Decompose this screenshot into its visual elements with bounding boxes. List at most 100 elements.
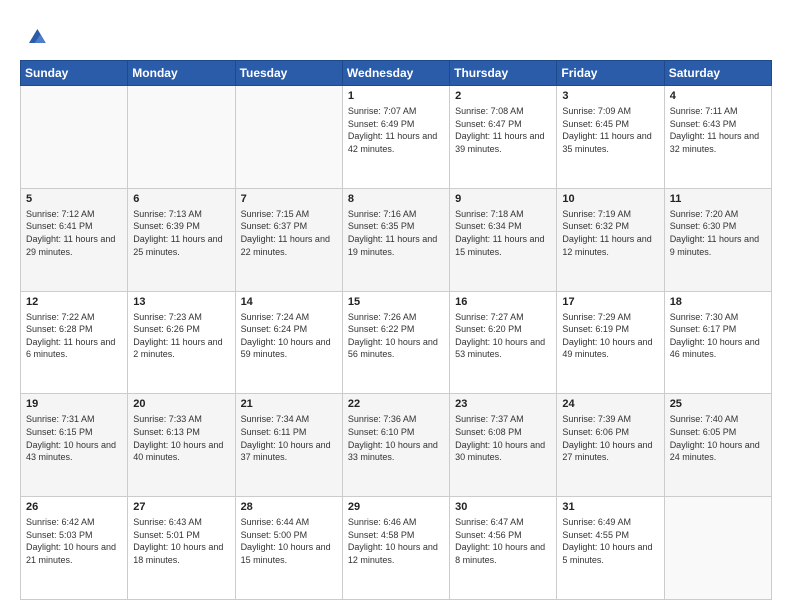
calendar-cell: 14Sunrise: 7:24 AMSunset: 6:24 PMDayligh…: [235, 291, 342, 394]
day-number: 11: [670, 193, 766, 205]
calendar-cell: 8 Sunrise: 7:16 AMSunset: 6:35 PMDaylight…: [342, 188, 449, 291]
day-info: Sunrise: 7:16 AMSunset: 6:35 PMDaylight:…: [348, 208, 444, 258]
calendar-cell: 10 Sunrise: 7:19 AMSunset: 6:32 PMDayligh…: [557, 188, 664, 291]
calendar-cell: 12 Sunrise: 7:22 AMSunset: 6:28 PMDayligh…: [21, 291, 128, 394]
weekday-header: Friday: [557, 61, 664, 86]
calendar-cell: 20 Sunrise: 7:33 AMSunset: 6:13 PMDayligh…: [128, 394, 235, 497]
calendar-week-row: 12 Sunrise: 7:22 AMSunset: 6:28 PMDayligh…: [21, 291, 772, 394]
day-info: Sunrise: 7:19 AMSunset: 6:32 PMDaylight:…: [562, 208, 658, 258]
weekday-header: Thursday: [450, 61, 557, 86]
day-number: 1: [348, 90, 444, 102]
weekday-header: Sunday: [21, 61, 128, 86]
day-info: Sunrise: 7:36 AMSunset: 6:10 PMDaylight:…: [348, 413, 444, 463]
day-info: Sunrise: 6:49 AMSunset: 4:55 PMDaylight:…: [562, 516, 658, 566]
day-number: 30: [455, 501, 551, 513]
calendar-week-row: 1Sunrise: 7:07 AMSunset: 6:49 PMDaylight…: [21, 86, 772, 189]
calendar-cell: 18 Sunrise: 7:30 AMSunset: 6:17 PMDayligh…: [664, 291, 771, 394]
day-info: Sunrise: 7:27 AMSunset: 6:20 PMDaylight:…: [455, 311, 551, 361]
calendar-cell: [21, 86, 128, 189]
calendar-cell: [235, 86, 342, 189]
day-info: Sunrise: 6:47 AMSunset: 4:56 PMDaylight:…: [455, 516, 551, 566]
calendar-cell: [664, 497, 771, 600]
calendar-week-row: 26 Sunrise: 6:42 AMSunset: 5:03 PMDayligh…: [21, 497, 772, 600]
day-number: 20: [133, 398, 229, 410]
calendar-cell: 6 Sunrise: 7:13 AMSunset: 6:39 PMDaylight…: [128, 188, 235, 291]
day-number: 25: [670, 398, 766, 410]
weekday-header: Monday: [128, 61, 235, 86]
day-info: Sunrise: 7:08 AMSunset: 6:47 PMDaylight:…: [455, 105, 551, 155]
day-info: Sunrise: 6:44 AMSunset: 5:00 PMDaylight:…: [241, 516, 337, 566]
day-number: 27: [133, 501, 229, 513]
day-number: 18: [670, 296, 766, 308]
day-number: 2: [455, 90, 551, 102]
day-number: 5: [26, 193, 122, 205]
logo: [20, 22, 50, 50]
day-number: 31: [562, 501, 658, 513]
calendar-cell: 25 Sunrise: 7:40 AMSunset: 6:05 PMDayligh…: [664, 394, 771, 497]
calendar-week-row: 19 Sunrise: 7:31 AMSunset: 6:15 PMDayligh…: [21, 394, 772, 497]
calendar-cell: 21Sunrise: 7:34 AMSunset: 6:11 PMDayligh…: [235, 394, 342, 497]
calendar-cell: 24 Sunrise: 7:39 AMSunset: 6:06 PMDayligh…: [557, 394, 664, 497]
day-number: 29: [348, 501, 444, 513]
day-info: Sunrise: 7:23 AMSunset: 6:26 PMDaylight:…: [133, 311, 229, 361]
day-number: 26: [26, 501, 122, 513]
calendar-table: SundayMondayTuesdayWednesdayThursdayFrid…: [20, 60, 772, 600]
calendar-cell: 4 Sunrise: 7:11 AMSunset: 6:43 PMDaylight…: [664, 86, 771, 189]
day-info: Sunrise: 7:13 AMSunset: 6:39 PMDaylight:…: [133, 208, 229, 258]
calendar-cell: 23 Sunrise: 7:37 AMSunset: 6:08 PMDayligh…: [450, 394, 557, 497]
logo-icon: [22, 22, 50, 50]
day-info: Sunrise: 7:26 AMSunset: 6:22 PMDaylight:…: [348, 311, 444, 361]
day-number: 19: [26, 398, 122, 410]
calendar-cell: 5Sunrise: 7:12 AMSunset: 6:41 PMDaylight…: [21, 188, 128, 291]
day-info: Sunrise: 7:31 AMSunset: 6:15 PMDaylight:…: [26, 413, 122, 463]
day-number: 23: [455, 398, 551, 410]
day-number: 4: [670, 90, 766, 102]
day-number: 16: [455, 296, 551, 308]
calendar-cell: 31 Sunrise: 6:49 AMSunset: 4:55 PMDayligh…: [557, 497, 664, 600]
day-info: Sunrise: 6:46 AMSunset: 4:58 PMDaylight:…: [348, 516, 444, 566]
calendar-cell: 2 Sunrise: 7:08 AMSunset: 6:47 PMDaylight…: [450, 86, 557, 189]
calendar-cell: 30 Sunrise: 6:47 AMSunset: 4:56 PMDayligh…: [450, 497, 557, 600]
header: [20, 18, 772, 50]
calendar-cell: 16 Sunrise: 7:27 AMSunset: 6:20 PMDayligh…: [450, 291, 557, 394]
calendar-page: SundayMondayTuesdayWednesdayThursdayFrid…: [0, 0, 792, 612]
day-number: 3: [562, 90, 658, 102]
calendar-cell: 1Sunrise: 7:07 AMSunset: 6:49 PMDaylight…: [342, 86, 449, 189]
day-info: Sunrise: 6:43 AMSunset: 5:01 PMDaylight:…: [133, 516, 229, 566]
day-info: Sunrise: 7:20 AMSunset: 6:30 PMDaylight:…: [670, 208, 766, 258]
day-info: Sunrise: 7:30 AMSunset: 6:17 PMDaylight:…: [670, 311, 766, 361]
day-number: 28: [241, 501, 337, 513]
calendar-cell: 11 Sunrise: 7:20 AMSunset: 6:30 PMDayligh…: [664, 188, 771, 291]
day-info: Sunrise: 7:37 AMSunset: 6:08 PMDaylight:…: [455, 413, 551, 463]
calendar-cell: 27 Sunrise: 6:43 AMSunset: 5:01 PMDayligh…: [128, 497, 235, 600]
calendar-cell: 17 Sunrise: 7:29 AMSunset: 6:19 PMDayligh…: [557, 291, 664, 394]
calendar-cell: 28 Sunrise: 6:44 AMSunset: 5:00 PMDayligh…: [235, 497, 342, 600]
day-info: Sunrise: 7:15 AMSunset: 6:37 PMDaylight:…: [241, 208, 337, 258]
day-number: 21: [241, 398, 337, 410]
day-number: 8: [348, 193, 444, 205]
day-number: 6: [133, 193, 229, 205]
day-number: 22: [348, 398, 444, 410]
day-number: 24: [562, 398, 658, 410]
day-info: Sunrise: 7:22 AMSunset: 6:28 PMDaylight:…: [26, 311, 122, 361]
day-number: 17: [562, 296, 658, 308]
calendar-cell: 9Sunrise: 7:18 AMSunset: 6:34 PMDaylight…: [450, 188, 557, 291]
day-info: Sunrise: 7:33 AMSunset: 6:13 PMDaylight:…: [133, 413, 229, 463]
day-info: Sunrise: 7:29 AMSunset: 6:19 PMDaylight:…: [562, 311, 658, 361]
day-number: 14: [241, 296, 337, 308]
day-info: Sunrise: 7:39 AMSunset: 6:06 PMDaylight:…: [562, 413, 658, 463]
day-info: Sunrise: 6:42 AMSunset: 5:03 PMDaylight:…: [26, 516, 122, 566]
calendar-cell: 3Sunrise: 7:09 AMSunset: 6:45 PMDaylight…: [557, 86, 664, 189]
calendar-cell: 7Sunrise: 7:15 AMSunset: 6:37 PMDaylight…: [235, 188, 342, 291]
day-number: 15: [348, 296, 444, 308]
day-info: Sunrise: 7:11 AMSunset: 6:43 PMDaylight:…: [670, 105, 766, 155]
day-number: 12: [26, 296, 122, 308]
calendar-cell: 19 Sunrise: 7:31 AMSunset: 6:15 PMDayligh…: [21, 394, 128, 497]
day-number: 9: [455, 193, 551, 205]
day-info: Sunrise: 7:40 AMSunset: 6:05 PMDaylight:…: [670, 413, 766, 463]
day-number: 13: [133, 296, 229, 308]
calendar-cell: [128, 86, 235, 189]
weekday-header: Wednesday: [342, 61, 449, 86]
weekday-header-row: SundayMondayTuesdayWednesdayThursdayFrid…: [21, 61, 772, 86]
day-number: 10: [562, 193, 658, 205]
